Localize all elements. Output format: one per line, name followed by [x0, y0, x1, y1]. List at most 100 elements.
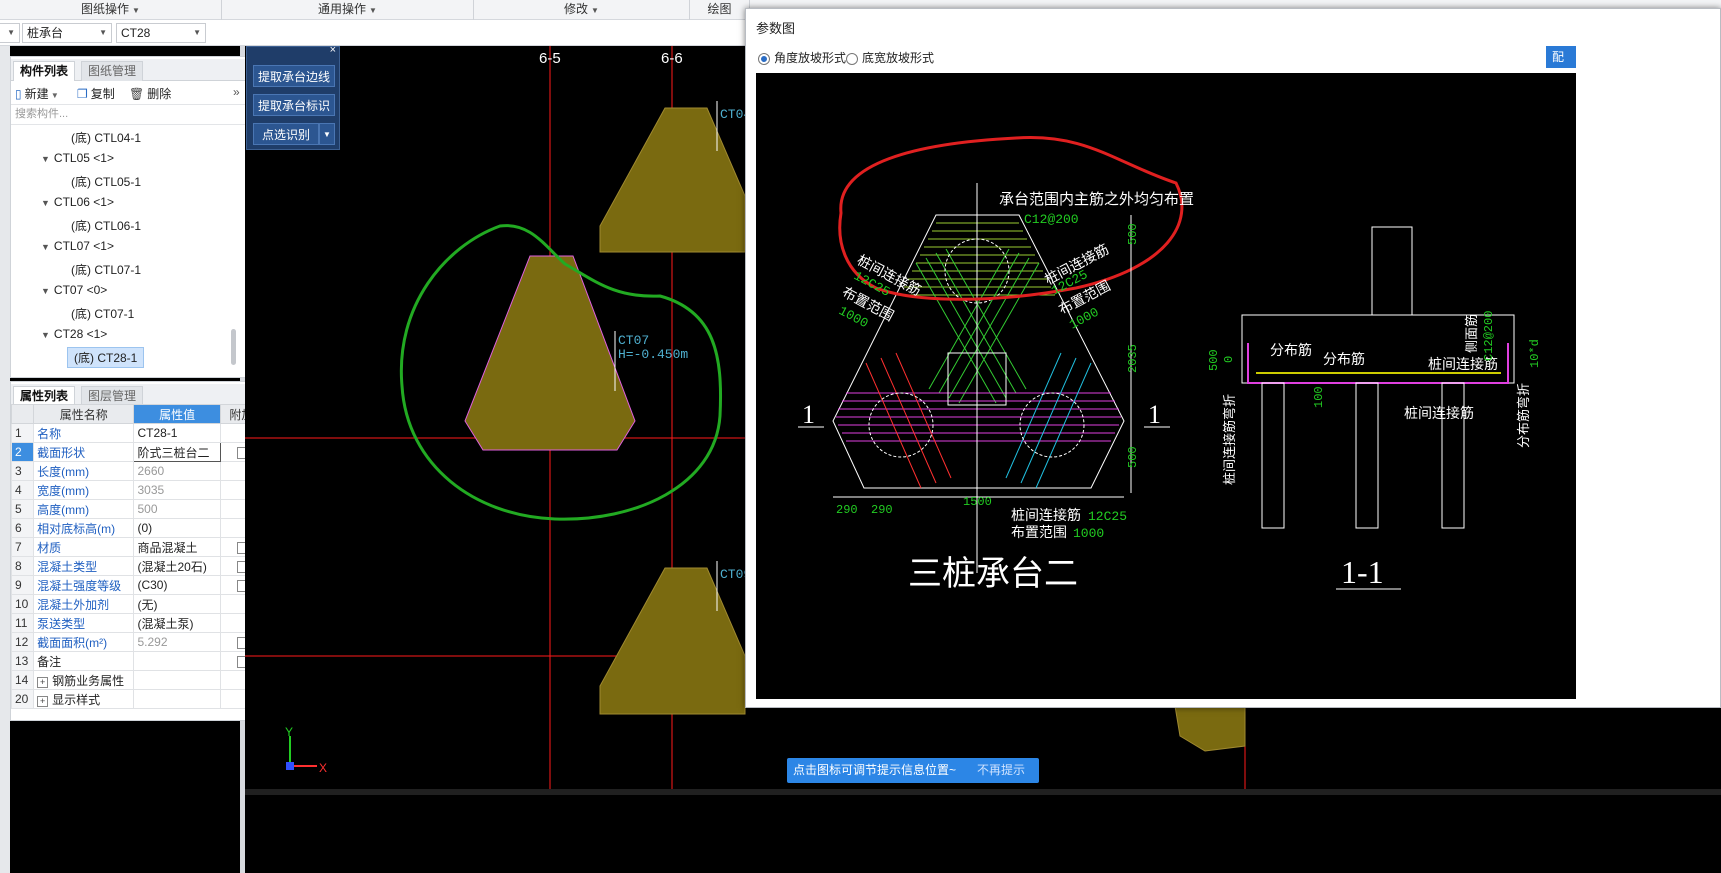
- tree-item[interactable]: (底) CTL07-1: [71, 261, 141, 278]
- new-button[interactable]: ▯ 新建 ▼: [15, 85, 59, 102]
- property-name: 混凝土外加剂: [33, 594, 135, 614]
- property-row-number: 13: [10, 651, 35, 671]
- ucs-origin: [286, 762, 294, 770]
- tree-item[interactable]: (底) CTL06-1: [71, 217, 141, 234]
- plan-title: 三桩承台二: [908, 555, 1078, 593]
- config-button[interactable]: 配: [1546, 46, 1576, 68]
- floor-selector[interactable]: ▼: [0, 23, 20, 43]
- property-row[interactable]: 4 宽度(mm) 3035: [10, 480, 264, 500]
- ribbon-group-drawing-ops[interactable]: 图纸操作 ▼: [0, 0, 222, 20]
- ribbon-group-modify[interactable]: 修改 ▼: [474, 0, 690, 20]
- chevron-down-icon[interactable]: ▼: [41, 242, 50, 252]
- tab-drawing-management[interactable]: 图纸管理: [81, 61, 144, 81]
- note-main-bar: C12@200: [1024, 212, 1079, 227]
- extract-edge-button[interactable]: 提取承台边线: [253, 65, 335, 87]
- tree-item[interactable]: ▼ CTL06 <1>: [41, 195, 114, 209]
- expand-icon[interactable]: +: [37, 695, 49, 707]
- property-name-label: 混凝土强度等级: [37, 578, 122, 593]
- property-row[interactable]: 7 材质 商品混凝土: [10, 537, 264, 557]
- tree-item[interactable]: (底) CTL05-1: [71, 173, 141, 190]
- property-row[interactable]: 12 截面面积(m²) 5.292: [10, 632, 264, 652]
- tip-banner[interactable]: 点击图标可调节提示信息位置~ 不再提示: [787, 758, 1039, 783]
- property-row[interactable]: 14 + 钢筋业务属性: [10, 670, 264, 690]
- tree-item[interactable]: (底) CTL04-1: [71, 129, 141, 146]
- tree-item[interactable]: ▼ CTL07 <1>: [41, 239, 114, 253]
- property-row-number: 5: [10, 499, 35, 519]
- range-bottom-val: 1000: [1073, 526, 1104, 541]
- pick-identify-button[interactable]: 点选识别: [253, 123, 319, 145]
- property-row-number: 10: [10, 594, 35, 614]
- property-name-label: 泵送类型: [37, 616, 86, 631]
- section-pile-conn-2: 桩间连接筋: [1404, 405, 1474, 421]
- component-search-input[interactable]: 搜索构件... ⌕: [11, 105, 263, 125]
- tree-item-label: (底) CTL04-1: [71, 131, 142, 145]
- copy-button[interactable]: ❐ 复制: [77, 85, 115, 102]
- pick-identify-dropdown[interactable]: ▼: [319, 123, 335, 145]
- more-icon[interactable]: »: [233, 85, 240, 99]
- property-row[interactable]: 1 名称 CT28-1: [10, 423, 264, 443]
- chevron-down-icon[interactable]: ▼: [41, 154, 50, 164]
- tree-scrollbar-thumb[interactable]: [231, 329, 236, 365]
- tip-dismiss-link[interactable]: 不再提示: [977, 758, 1025, 783]
- expand-icon[interactable]: +: [37, 676, 49, 688]
- delete-button[interactable]: 🗑 删除: [129, 85, 171, 102]
- tab-property-list[interactable]: 属性列表: [13, 386, 76, 406]
- tree-item-selected[interactable]: (底) CT28-1: [67, 347, 145, 368]
- property-value[interactable]: 3035: [133, 480, 221, 500]
- section-side-bar-val: C12@200: [1482, 311, 1496, 361]
- ribbon-group-label: 图纸操作: [81, 2, 130, 16]
- ribbon-group-draw[interactable]: 绘图: [690, 0, 750, 20]
- property-value[interactable]: (混凝土泵): [133, 613, 221, 633]
- property-value[interactable]: (混凝土20石): [133, 556, 221, 576]
- ribbon-group-common-ops[interactable]: 通用操作 ▼: [222, 0, 474, 20]
- property-row[interactable]: 10 混凝土外加剂 (无): [10, 594, 264, 614]
- tree-item[interactable]: ▼ CT28 <1>: [41, 327, 107, 341]
- property-value[interactable]: 5.292: [133, 632, 221, 652]
- property-row[interactable]: 9 混凝土强度等级 (C30): [10, 575, 264, 595]
- chevron-down-icon[interactable]: ▼: [41, 330, 50, 340]
- property-row[interactable]: 6 相对底标高(m) (0): [10, 518, 264, 538]
- extract-mark-button[interactable]: 提取承台标识: [253, 94, 335, 116]
- property-row[interactable]: 11 泵送类型 (混凝土泵): [10, 613, 264, 633]
- property-value[interactable]: [133, 670, 221, 690]
- property-name-label: 钢筋业务属性: [52, 673, 125, 688]
- property-value[interactable]: [133, 689, 221, 709]
- property-name: 相对底标高(m): [33, 518, 135, 538]
- property-row[interactable]: 20 + 显示样式: [10, 689, 264, 709]
- chevron-down-icon[interactable]: ▼: [41, 286, 50, 296]
- property-name: 宽度(mm): [33, 480, 135, 500]
- radio-angle-slope[interactable]: 角度放坡形式: [758, 49, 846, 66]
- type-selector[interactable]: 桩承台 ▼: [22, 23, 112, 43]
- property-value[interactable]: 2660: [133, 461, 221, 481]
- property-row[interactable]: 8 混凝土类型 (混凝土20石): [10, 556, 264, 576]
- tree-item[interactable]: ▼ CTL05 <1>: [41, 151, 114, 165]
- tree-item[interactable]: ▼ CT07 <0>: [41, 283, 107, 297]
- property-value[interactable]: (C30): [133, 575, 221, 595]
- property-name-label: 名称: [37, 426, 62, 441]
- copy-label: 复制: [90, 87, 115, 101]
- property-name: + 钢筋业务属性: [33, 670, 135, 690]
- section-title: 1-1: [1341, 554, 1384, 590]
- property-value[interactable]: 500: [133, 499, 221, 519]
- property-value[interactable]: [133, 651, 221, 671]
- component-selector[interactable]: CT28 ▼: [116, 23, 206, 43]
- property-value[interactable]: CT28-1: [133, 423, 221, 443]
- property-row[interactable]: 2 截面形状 阶式三桩台二: [10, 442, 264, 462]
- property-name: 长度(mm): [33, 461, 135, 481]
- dim-w1: 290: [836, 503, 858, 517]
- property-value[interactable]: 商品混凝土: [133, 537, 221, 557]
- property-row[interactable]: 5 高度(mm) 500: [10, 499, 264, 519]
- tree-item[interactable]: (底) CT07-1: [71, 305, 134, 322]
- chevron-down-icon[interactable]: ▼: [41, 198, 50, 208]
- search-placeholder: 搜索构件...: [15, 108, 69, 120]
- property-value[interactable]: (无): [133, 594, 221, 614]
- section-side-bar: 侧面筋: [1464, 314, 1479, 353]
- property-row[interactable]: 3 长度(mm) 2660: [10, 461, 264, 481]
- tab-layer-management[interactable]: 图层管理: [81, 386, 144, 406]
- radio-width-slope[interactable]: 底宽放坡形式: [846, 49, 934, 66]
- close-icon[interactable]: ×: [330, 44, 336, 56]
- tab-component-list[interactable]: 构件列表: [13, 61, 76, 81]
- property-row[interactable]: 13 备注: [10, 651, 264, 671]
- property-value[interactable]: 阶式三桩台二: [133, 442, 221, 462]
- property-value[interactable]: (0): [133, 518, 221, 538]
